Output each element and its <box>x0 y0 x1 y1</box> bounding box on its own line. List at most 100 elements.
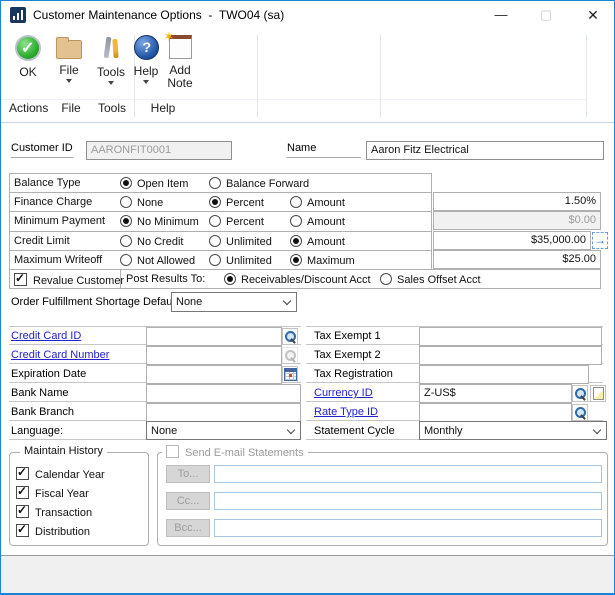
radio-icon <box>290 235 302 247</box>
credit-card-id-lookup-button[interactable] <box>282 328 298 345</box>
radio-icon <box>209 177 221 189</box>
radio-amount[interactable]: Amount <box>290 235 345 248</box>
bcc-field <box>214 519 602 537</box>
file-button[interactable]: File <box>48 35 90 83</box>
radio-label: Balance Forward <box>226 178 309 190</box>
tools-button[interactable]: Tools <box>90 35 132 85</box>
radio-unlimited[interactable]: Unlimited <box>209 235 272 248</box>
balance-type-label: Balance Type <box>14 177 80 189</box>
folder-icon <box>56 40 82 59</box>
radio-unlimited[interactable]: Unlimited <box>209 254 272 267</box>
fiscal-year-checkbox[interactable]: Fiscal Year <box>16 486 89 500</box>
order-fulfillment-shortage-dropdown[interactable]: None <box>171 292 297 312</box>
tax-exempt-1-field[interactable] <box>419 327 602 346</box>
tools-icon <box>98 35 124 61</box>
checkbox-icon <box>16 467 29 480</box>
ok-button[interactable]: OK <box>7 35 49 79</box>
radio-open-item[interactable]: Open Item <box>120 177 188 190</box>
statement-cycle-label: Statement Cycle <box>314 425 395 437</box>
bank-branch-label: Bank Branch <box>11 406 74 418</box>
checkbox-icon <box>16 486 29 499</box>
revalue-customer-checkbox[interactable]: Revalue Customer <box>14 273 124 287</box>
radio-balance-forward[interactable]: Balance Forward <box>209 177 309 190</box>
add-note-button[interactable]: Add Note <box>158 35 202 90</box>
rate-type-id-field[interactable] <box>419 403 572 422</box>
radio-icon <box>290 196 302 208</box>
note-icon <box>169 35 192 59</box>
currency-id-lookup-button[interactable] <box>572 385 588 402</box>
radio-label: Open Item <box>137 178 188 190</box>
maximum-writeoff-value[interactable]: $25.00 <box>433 250 601 269</box>
radio-maximum[interactable]: Maximum <box>290 254 355 267</box>
close-button[interactable]: ✕ <box>577 1 609 29</box>
credit-card-number-field[interactable] <box>146 346 282 365</box>
credit-limit-expansion-button[interactable]: → <box>592 232 608 249</box>
transaction-checkbox[interactable]: Transaction <box>16 505 92 519</box>
language-dropdown[interactable]: None <box>146 421 301 440</box>
language-label: Language: <box>11 425 63 437</box>
group-label-actions: Actions <box>9 101 48 115</box>
name-field[interactable]: Aaron Fitz Electrical <box>366 141 604 160</box>
radio-icon <box>120 196 132 208</box>
credit-limit-value[interactable]: $35,000.00 <box>433 231 591 250</box>
bcc-button: Bcc... <box>166 519 210 537</box>
credit-limit-label: Credit Limit <box>14 235 70 247</box>
app-chart-icon <box>10 7 26 23</box>
finance-charge-value[interactable]: 1.50% <box>433 192 601 211</box>
window-title: Customer Maintenance Options - TWO04 (sa… <box>33 8 284 22</box>
currency-id-link[interactable]: Currency ID <box>314 387 373 399</box>
checkbox-icon <box>14 273 27 286</box>
radio-receivables-discount-acct[interactable]: Receivables/Discount Acct <box>224 273 371 286</box>
credit-card-id-link[interactable]: Credit Card ID <box>11 330 81 342</box>
radio-icon <box>290 254 302 266</box>
radio-label: None <box>137 197 163 209</box>
group-label-help: Help <box>141 101 185 115</box>
radio-sales-offset-acct[interactable]: Sales Offset Acct <box>380 273 481 286</box>
ribbon: OK File Tools Help Add Note Actions File… <box>1 29 614 123</box>
credit-card-id-field[interactable] <box>146 327 282 346</box>
radio-amount[interactable]: Amount <box>290 196 345 209</box>
radio-none[interactable]: None <box>120 196 163 209</box>
radio-no-minimum[interactable]: No Minimum <box>120 215 199 228</box>
statement-cycle-dropdown[interactable]: Monthly <box>419 421 607 440</box>
finance-charge-row: Finance Charge None Percent Amount <box>10 193 431 212</box>
title-bar: Customer Maintenance Options - TWO04 (sa… <box>1 1 614 29</box>
radio-label: Receivables/Discount Acct <box>241 274 371 286</box>
finance-charge-label: Finance Charge <box>14 196 92 208</box>
radio-no-credit[interactable]: No Credit <box>120 235 183 248</box>
expiration-date-calendar-button[interactable] <box>282 366 298 383</box>
radio-amount[interactable]: Amount <box>290 215 345 228</box>
rate-type-id-lookup-button[interactable] <box>572 404 588 421</box>
lookup-icon <box>573 405 587 420</box>
expiration-date-field[interactable] <box>146 365 282 384</box>
post-results-to-label: Post Results To: <box>126 273 205 285</box>
chevron-down-icon <box>283 297 291 305</box>
radio-not-allowed[interactable]: Not Allowed <box>120 254 195 267</box>
calendar-year-checkbox[interactable]: Calendar Year <box>16 467 105 481</box>
radio-icon <box>290 215 302 227</box>
radio-label: Amount <box>307 216 345 228</box>
radio-icon <box>209 215 221 227</box>
currency-id-field[interactable]: Z-US$ <box>419 384 572 403</box>
status-bar <box>1 555 614 593</box>
maximize-button: ▢ <box>530 1 562 29</box>
radio-label: Sales Offset Acct <box>397 274 481 286</box>
radio-percent[interactable]: Percent <box>209 196 264 209</box>
bank-branch-field[interactable] <box>146 403 301 422</box>
tax-registration-field[interactable] <box>419 365 589 384</box>
minimum-payment-label: Minimum Payment <box>14 215 105 227</box>
rate-type-id-link[interactable]: Rate Type ID <box>314 406 378 418</box>
radio-label: Amount <box>307 197 345 209</box>
currency-id-note-button[interactable] <box>590 385 606 402</box>
minimize-button[interactable]: — <box>485 1 517 29</box>
customer-id-field[interactable]: AARONFIT0001 <box>86 141 232 160</box>
cc-field <box>214 492 602 510</box>
radio-icon <box>120 254 132 266</box>
credit-card-number-link[interactable]: Credit Card Number <box>11 349 109 361</box>
radio-percent[interactable]: Percent <box>209 215 264 228</box>
bank-name-field[interactable] <box>146 384 301 403</box>
help-icon <box>134 35 159 60</box>
distribution-checkbox[interactable]: Distribution <box>16 524 90 538</box>
minimum-payment-value: $0.00 <box>433 211 601 230</box>
tax-exempt-2-field[interactable] <box>419 346 602 365</box>
